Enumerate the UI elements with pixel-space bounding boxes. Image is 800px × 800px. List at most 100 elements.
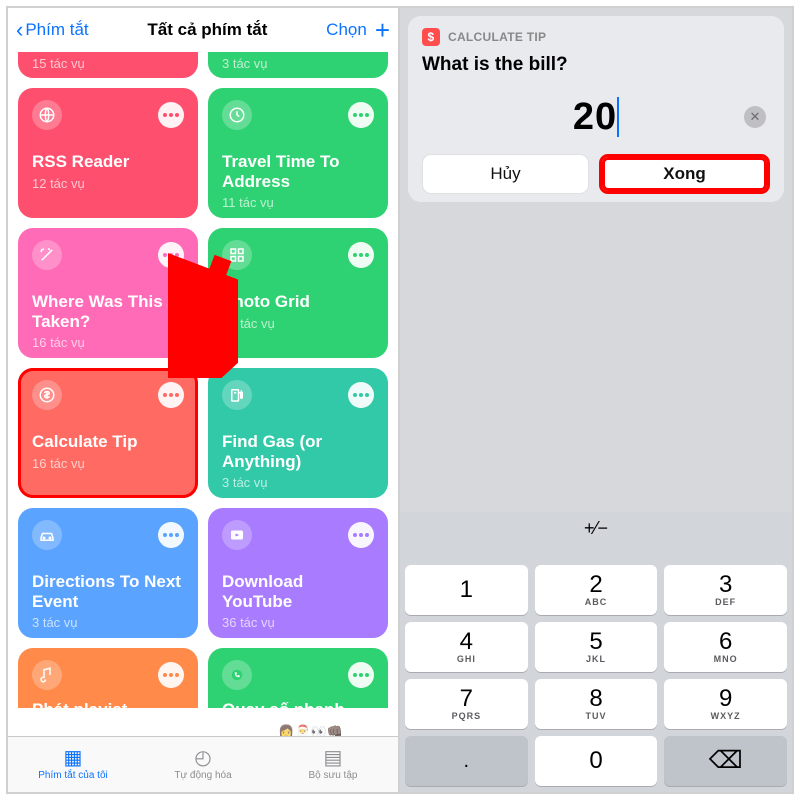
- tile-subtitle: 3 tác vụ: [222, 475, 374, 490]
- decimal-key[interactable]: .: [405, 736, 528, 786]
- key-number: 5: [589, 630, 602, 654]
- key-number: 0: [589, 749, 602, 773]
- tile-title: RSS Reader: [32, 152, 184, 172]
- more-icon[interactable]: [158, 242, 184, 268]
- tile-title: Find Gas (or Anything): [222, 432, 374, 471]
- tab-grid[interactable]: ▦ Phím tắt của tôi: [8, 737, 138, 792]
- play-icon: [222, 520, 252, 550]
- tile-subtitle: 3 tác vụ: [222, 56, 374, 71]
- tile-title: Photo Grid: [222, 292, 374, 312]
- done-button[interactable]: Xong: [599, 154, 770, 194]
- key-7[interactable]: 7PQRS: [405, 679, 528, 729]
- tile-subtitle: 15 tác vụ: [32, 56, 184, 71]
- car-icon: [32, 520, 62, 550]
- note-icon: [32, 660, 62, 690]
- key-number: 1: [460, 578, 473, 602]
- tile-title: Travel Time To Address: [222, 152, 374, 191]
- key-number: 2: [589, 573, 602, 597]
- key-number: 6: [719, 630, 732, 654]
- app-icon: $: [422, 28, 440, 46]
- more-icon[interactable]: [158, 382, 184, 408]
- key-9[interactable]: 9WXYZ: [664, 679, 787, 729]
- pump-icon: [222, 380, 252, 410]
- key-letters: TUV: [586, 711, 607, 721]
- key-number: 3: [719, 573, 732, 597]
- tile-subtitle: 3 tác vụ: [32, 724, 184, 736]
- tile-title: Download YouTube: [222, 572, 374, 611]
- tab-label: Bộ sưu tập: [309, 770, 358, 781]
- shortcut-tile[interactable]: Find Gas (or Anything) 3 tác vụ: [208, 368, 388, 498]
- key-0[interactable]: 0: [535, 736, 658, 786]
- tab-label: Tự động hóa: [174, 770, 231, 781]
- dollar-icon: [32, 380, 62, 410]
- tab-clock[interactable]: ◴ Tự động hóa: [138, 737, 268, 792]
- select-button[interactable]: Chọn: [326, 20, 367, 40]
- more-icon[interactable]: [348, 662, 374, 688]
- shortcut-tile[interactable]: Photo Grid 41 tác vụ: [208, 228, 388, 358]
- stack-icon: ▤: [324, 748, 343, 768]
- key-4[interactable]: 4GHI: [405, 622, 528, 672]
- tile-title: Quay số nhanh: [222, 700, 374, 720]
- shortcut-tile[interactable]: Quay số nhanhGọi Mom 👩🎅👀👊🏿: [208, 648, 388, 708]
- key-letters: ABC: [585, 597, 608, 607]
- key-3[interactable]: 3DEF: [664, 565, 787, 615]
- shortcut-tile[interactable]: 15 tác vụ: [18, 52, 198, 78]
- key-letters: JKL: [586, 654, 606, 664]
- tile-subtitle: 16 tác vụ: [32, 456, 184, 471]
- tile-subtitle: 36 tác vụ: [222, 615, 374, 630]
- key-letters: PQRS: [452, 711, 482, 721]
- more-icon[interactable]: [158, 522, 184, 548]
- shortcut-tile[interactable]: RSS Reader12 tác vụ: [18, 88, 198, 218]
- tile-subtitle: 3 tác vụ: [32, 615, 184, 630]
- back-label: Phím tắt: [25, 20, 88, 40]
- key-letters: WXYZ: [711, 711, 741, 721]
- key-number: 9: [719, 687, 732, 711]
- more-icon[interactable]: [348, 102, 374, 128]
- key-2[interactable]: 2ABC: [535, 565, 658, 615]
- clock-icon: [222, 100, 252, 130]
- more-icon[interactable]: [348, 382, 374, 408]
- cancel-button[interactable]: Hủy: [422, 154, 589, 194]
- more-icon[interactable]: [158, 662, 184, 688]
- more-icon[interactable]: [158, 102, 184, 128]
- text-caret: [617, 97, 619, 137]
- page-title: Tất cả phím tắt: [89, 20, 327, 40]
- backspace-key[interactable]: ⌫: [664, 736, 787, 786]
- shortcut-tile[interactable]: Directions To Next Event 3 tác vụ: [18, 508, 198, 638]
- shortcut-tile[interactable]: Calculate Tip16 tác vụ: [18, 368, 198, 498]
- key-number: .: [464, 751, 470, 771]
- key-6[interactable]: 6MNO: [664, 622, 787, 672]
- app-label: CALCULATE TIP: [448, 30, 546, 44]
- key-5[interactable]: 5JKL: [535, 622, 658, 672]
- shortcut-tile[interactable]: Download YouTube 36 tác vụ: [208, 508, 388, 638]
- grid-icon: [222, 240, 252, 270]
- shortcut-tile[interactable]: 3 tác vụ: [208, 52, 388, 78]
- grid-icon: ▦: [64, 748, 83, 768]
- key-8[interactable]: 8TUV: [535, 679, 658, 729]
- tile-subtitle: 41 tác vụ: [222, 316, 374, 331]
- key-letters: GHI: [457, 654, 476, 664]
- more-icon[interactable]: [348, 522, 374, 548]
- more-icon[interactable]: [348, 242, 374, 268]
- tab-label: Phím tắt của tôi: [38, 770, 107, 781]
- numeric-keyboard: +⁄− 12ABC3DEF4GHI5JKL6MNO7PQRS8TUV9WXYZ.…: [400, 512, 792, 792]
- tile-title: Directions To Next Event: [32, 572, 184, 611]
- key-1[interactable]: 1: [405, 565, 528, 615]
- tab-stack[interactable]: ▤ Bộ sưu tập: [268, 737, 398, 792]
- plus-minus-key[interactable]: +⁄−: [532, 518, 659, 558]
- bill-input[interactable]: 20 ✕: [422, 90, 770, 144]
- key-number: ⌫: [709, 749, 743, 773]
- shortcut-tile[interactable]: Travel Time To Address 11 tác vụ: [208, 88, 388, 218]
- clear-icon[interactable]: ✕: [744, 106, 766, 128]
- tile-subtitle: 11 tác vụ: [222, 195, 374, 210]
- tile-subtitle: 16 tác vụ: [32, 335, 184, 350]
- back-button[interactable]: ‹ Phím tắt: [16, 20, 89, 40]
- shortcut-tile[interactable]: Where Was This Taken? 16 tác vụ: [18, 228, 198, 358]
- prompt-sheet: $ CALCULATE TIP What is the bill? 20 ✕ H…: [408, 16, 784, 202]
- shortcut-tile[interactable]: Phát playist3 tác vụ: [18, 648, 198, 708]
- clock-icon: ◴: [194, 748, 211, 768]
- tile-subtitle: Gọi Mom 👩🎅👀👊🏿: [222, 724, 374, 736]
- tile-title: Phát playist: [32, 700, 184, 720]
- prompt-text: What is the bill?: [422, 54, 770, 76]
- tile-title: Where Was This Taken?: [32, 292, 184, 331]
